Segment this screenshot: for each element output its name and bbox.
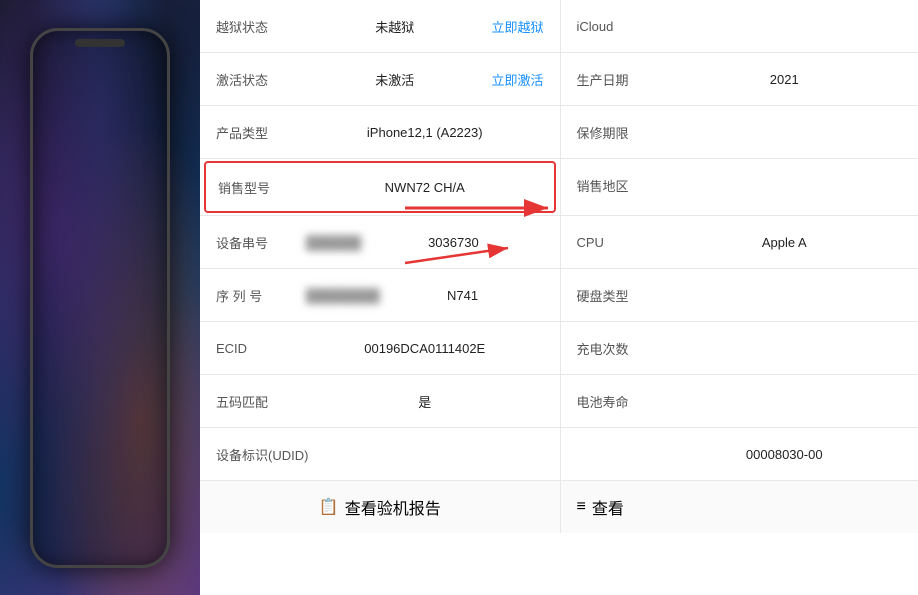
link-activation[interactable]: 立即激活 [491, 70, 543, 89]
value-activation: 未激活 [306, 70, 483, 89]
label-activation: 激活状态 [216, 70, 306, 89]
value-cpu: Apple A [667, 235, 903, 250]
value-product-type: iPhone12,1 (A2223) [306, 125, 544, 140]
label-ecid: ECID [216, 341, 306, 356]
label-five-code: 五码匹配 [216, 392, 306, 411]
table-row: 激活状态 未激活 立即激活 生产日期 2021 [200, 53, 918, 106]
report-icon: 📋 [319, 497, 339, 517]
table-row: 产品类型 iPhone12,1 (A2223) 保修期限 [200, 106, 918, 159]
label-icloud: iCloud [577, 19, 667, 34]
label-charge-count: 充电次数 [577, 339, 667, 358]
label-sequence: 序 列 号 [216, 286, 306, 305]
view-more-btn[interactable]: ≡ 查看 [561, 481, 918, 533]
info-table: 越狱状态 未越狱 立即越狱 iCloud [200, 0, 918, 533]
more-btn-label: 查看 [592, 495, 624, 519]
info-panel: 越狱状态 未越狱 立即越狱 iCloud [200, 0, 918, 595]
label-jailbreak: 越狱状态 [216, 17, 306, 36]
label-sales-model: 销售型号 [218, 178, 308, 197]
table-row: ECID 00196DCA0111402E 充电次数 [200, 322, 918, 375]
phone-panel [0, 0, 200, 595]
value-udid-right: 00008030-00 [667, 447, 903, 462]
value-sequence-suffix: N741 [382, 288, 544, 303]
label-sales-region: 销售地区 [577, 176, 667, 195]
bottom-bar-row: 📋 查看验机报告 ≡ 查看 [200, 481, 918, 534]
value-jailbreak: 未越狱 [306, 17, 483, 36]
label-product-type: 产品类型 [216, 123, 306, 142]
value-manufacture-date: 2021 [667, 72, 903, 87]
view-report-btn[interactable]: 📋 查看验机报告 [200, 481, 560, 533]
phone-frame [30, 28, 170, 568]
label-warranty: 保修期限 [577, 123, 667, 142]
table-row-sales-model: 销售型号 NWN72 CH/A 销售地区 [200, 159, 918, 216]
value-sales-model: NWN72 CH/A [308, 180, 542, 195]
label-battery-life: 电池寿命 [577, 392, 667, 411]
link-jailbreak[interactable]: 立即越狱 [491, 17, 543, 36]
label-cpu: CPU [577, 235, 667, 250]
table-row: 设备标识(UDID) 00008030-00 [200, 428, 918, 481]
value-serial-blurred: ██████ [306, 235, 361, 250]
more-icon: ≡ [577, 498, 586, 516]
value-ecid: 00196DCA0111402E [306, 341, 544, 356]
table-row: 设备串号 ██████ 3036730 CPU Apple A [200, 216, 918, 269]
label-manufacture-date: 生产日期 [577, 70, 667, 89]
label-udid: 设备标识(UDID) [216, 445, 346, 464]
value-five-code: 是 [306, 392, 544, 411]
table-row: 越狱状态 未越狱 立即越狱 iCloud [200, 0, 918, 53]
value-serial-suffix: 3036730 [363, 235, 543, 250]
table-row: 序 列 号 ████████ N741 硬盘类型 [200, 269, 918, 322]
report-btn-label: 查看验机报告 [345, 495, 441, 519]
table-row: 五码匹配 是 电池寿命 [200, 375, 918, 428]
value-sequence-blurred: ████████ [306, 288, 380, 303]
label-serial: 设备串号 [216, 233, 306, 252]
label-storage: 硬盘类型 [577, 286, 667, 305]
